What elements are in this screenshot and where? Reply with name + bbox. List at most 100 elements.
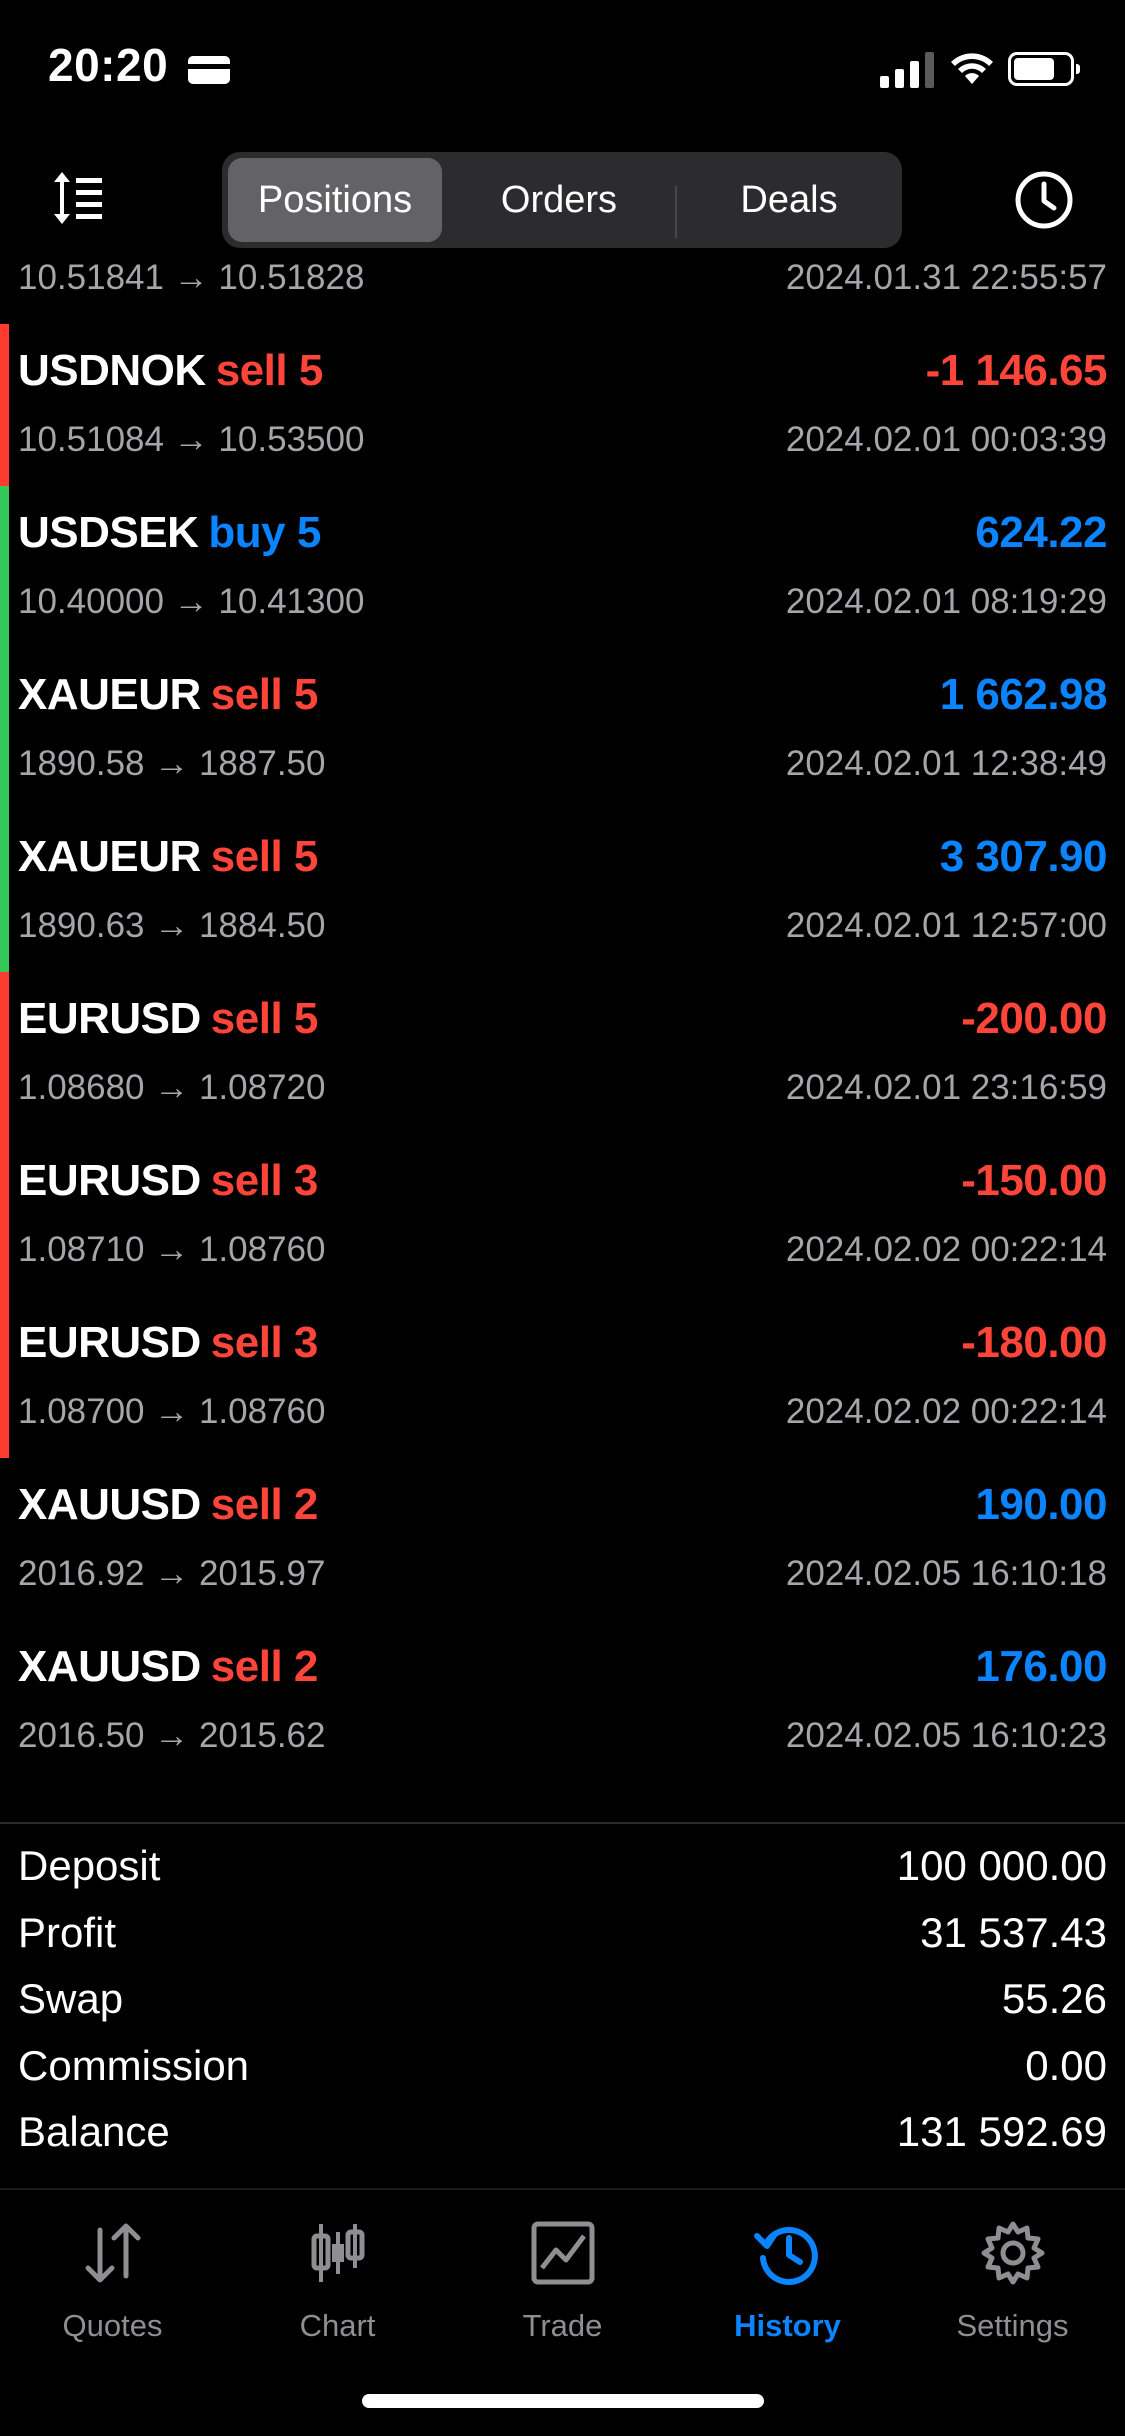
- trade-row[interactable]: EURUSD sell 5 -200.00 1.08680 → 1.08720 2024…: [0, 972, 1125, 1134]
- trade-profit: 190.00: [975, 1480, 1107, 1529]
- trade-result-bar: [0, 810, 9, 972]
- trade-prices: 1.08680 → 1.08720: [18, 1068, 326, 1107]
- trade-side: sell 2: [210, 1480, 319, 1529]
- trade-profit: -180.00: [961, 1318, 1107, 1367]
- tab-deals[interactable]: Deals: [682, 158, 896, 242]
- trade-title: EURUSD sell 5: [18, 994, 318, 1044]
- trade-row[interactable]: USDNOKsell 102 4.7210.51841 → 10.5182820…: [0, 260, 1125, 324]
- trade-side-label: sell: [210, 832, 283, 881]
- sort-icon[interactable]: [50, 168, 110, 228]
- trade-row[interactable]: EURUSD sell 3 -180.00 1.08700 → 1.08760 2024…: [0, 1296, 1125, 1458]
- tabbar-item-history[interactable]: History: [675, 2218, 900, 2358]
- trade-prices: 1890.58 → 1887.50: [18, 744, 326, 783]
- summary-value: 131 592.69: [896, 2108, 1107, 2155]
- tab-positions[interactable]: Positions: [228, 158, 442, 242]
- trade-side: buy 5: [208, 508, 321, 557]
- trade-date: 2024.02.01 12:38:49: [785, 744, 1107, 783]
- tabbar-label: Quotes: [62, 2308, 163, 2343]
- tabbar-item-chart[interactable]: Chart: [225, 2218, 450, 2358]
- trade-date: 2024.02.02 00:22:14: [785, 1230, 1107, 1269]
- segment-divider: [675, 186, 677, 238]
- tabbar-item-trade[interactable]: Trade: [450, 2218, 675, 2358]
- trade-row[interactable]: XAUUSD sell 2 176.00 2016.50 → 2015.62 2024.…: [0, 1620, 1125, 1782]
- trade-symbol: USDNOK: [18, 346, 206, 395]
- trade-side-label: sell: [210, 1480, 283, 1529]
- summary-label: Deposit: [18, 1842, 161, 1889]
- trade-date: 2024.02.01 08:19:29: [785, 582, 1107, 621]
- trade-result-bar: [0, 972, 9, 1134]
- trade-side: sell 3: [211, 1318, 319, 1367]
- trade-prices: 10.40000 → 10.41300: [18, 582, 365, 621]
- summary-value: 0.00: [1025, 2041, 1107, 2089]
- tabbar-label: History: [734, 2308, 841, 2343]
- trade-row[interactable]: USDSEK buy 5 624.22 10.40000 → 10.41300 2024…: [0, 486, 1125, 648]
- trade-date: 2024.02.01 00:03:39: [785, 420, 1107, 459]
- wifi-icon: [951, 53, 993, 84]
- sim-card-icon: [188, 56, 230, 84]
- trade-volume: 2: [293, 1642, 318, 1691]
- tabbar-label: Trade: [522, 2308, 603, 2343]
- tabbar-label: Settings: [956, 2308, 1069, 2343]
- account-summary: Deposit 100 000.00 Profit 31 537.43 Swap 55.2…: [0, 1822, 1125, 2188]
- trade-title: EURUSD sell 3: [18, 1156, 318, 1206]
- trade-side-label: buy: [208, 508, 286, 557]
- trade-title: EURUSD sell 3: [18, 1318, 318, 1368]
- clock-icon[interactable]: [1012, 168, 1076, 232]
- trade-side-label: sell: [210, 1642, 283, 1691]
- trade-prices: 2016.50 → 2015.62: [18, 1716, 326, 1755]
- summary-value: 100 000.00: [896, 1842, 1107, 1889]
- view-segmented-control: Positions Orders Deals: [222, 152, 902, 248]
- trade-title: XAUUSD sell 2: [18, 1642, 318, 1692]
- trade-date: 2024.01.31 22:55:57: [785, 260, 1107, 297]
- settings-icon: [981, 2221, 1044, 2285]
- trade-date: 2024.02.05 16:10:18: [785, 1554, 1107, 1593]
- trade-profit: 176.00: [975, 1642, 1107, 1691]
- trade-profit: -1 146.65: [925, 346, 1108, 395]
- trade-row[interactable]: USDNOK sell 5 -1 146.65 10.51084 → 10.53500…: [0, 324, 1125, 486]
- summary-row-swap: Swap 55.26: [18, 1975, 1107, 2041]
- trade-title: XAUEUR sell 5: [18, 832, 318, 882]
- summary-value: 31 537.43: [920, 1908, 1107, 1956]
- tabbar-item-settings[interactable]: Settings: [900, 2218, 1125, 2358]
- trade-prices: 10.51084 → 10.53500: [18, 420, 365, 459]
- trade-profit: 624.22: [975, 508, 1107, 557]
- trade-volume: 5: [293, 832, 318, 881]
- trade-symbol: XAUEUR: [18, 670, 201, 719]
- trade-row[interactable]: XAUUSD sell 2 190.00 2016.92 → 2015.97 2024.…: [0, 1458, 1125, 1620]
- trade-result-bar: [0, 1134, 9, 1296]
- summary-row-commission: Commission 0.00: [18, 2042, 1107, 2108]
- summary-row-balance: Balance 131 592.69: [18, 2108, 1107, 2174]
- header: Positions Orders Deals: [0, 140, 1125, 260]
- trade-volume: 5: [298, 346, 323, 395]
- trade-prices: 1.08700 → 1.08760: [18, 1392, 326, 1431]
- trade-side-label: sell: [215, 346, 288, 395]
- trade-list[interactable]: USDNOKsell 102 4.7210.51841 → 10.5182820…: [0, 260, 1125, 1822]
- trade-side-label: sell: [210, 1156, 283, 1205]
- trade-prices: 10.51841 → 10.51828: [18, 260, 365, 297]
- tab-orders[interactable]: Orders: [452, 158, 666, 242]
- summary-value: 55.26: [1001, 1975, 1107, 2022]
- trade-side: sell 2: [210, 1642, 319, 1691]
- trade-side: sell 3: [210, 1156, 319, 1205]
- trade-row[interactable]: EURUSD sell 3 -150.00 1.08710 → 1.08760 2024…: [0, 1134, 1125, 1296]
- trade-row[interactable]: XAUEUR sell 5 3 307.90 1890.63 → 1884.50 202…: [0, 810, 1125, 972]
- trade-symbol: XAUUSD: [18, 1642, 201, 1691]
- status-time: 20:20: [48, 39, 169, 91]
- trade-title: USDNOK sell 5: [18, 346, 323, 396]
- trade-date: 2024.02.02 00:22:14: [785, 1392, 1107, 1431]
- summary-label: Swap: [18, 1975, 124, 2022]
- tabbar-label: Chart: [299, 2308, 376, 2343]
- trade-symbol: EURUSD: [18, 994, 201, 1043]
- summary-row-deposit: Deposit 100 000.00: [18, 1842, 1107, 1908]
- status-bar: 20:20: [0, 0, 1125, 140]
- trade-symbol: EURUSD: [18, 1156, 201, 1205]
- trade-volume: 5: [293, 670, 318, 719]
- trade-row[interactable]: XAUEUR sell 5 1 662.98 1890.58 → 1887.50 202…: [0, 648, 1125, 810]
- tabbar-item-quotes[interactable]: Quotes: [0, 2218, 225, 2358]
- trade-result-bar: [0, 1296, 9, 1458]
- quotes-icon: [85, 2223, 140, 2283]
- trade-volume: 5: [296, 508, 321, 557]
- trade-symbol: EURUSD: [18, 1318, 201, 1367]
- summary-label: Profit: [18, 1908, 117, 1956]
- chart-icon: [311, 2224, 364, 2282]
